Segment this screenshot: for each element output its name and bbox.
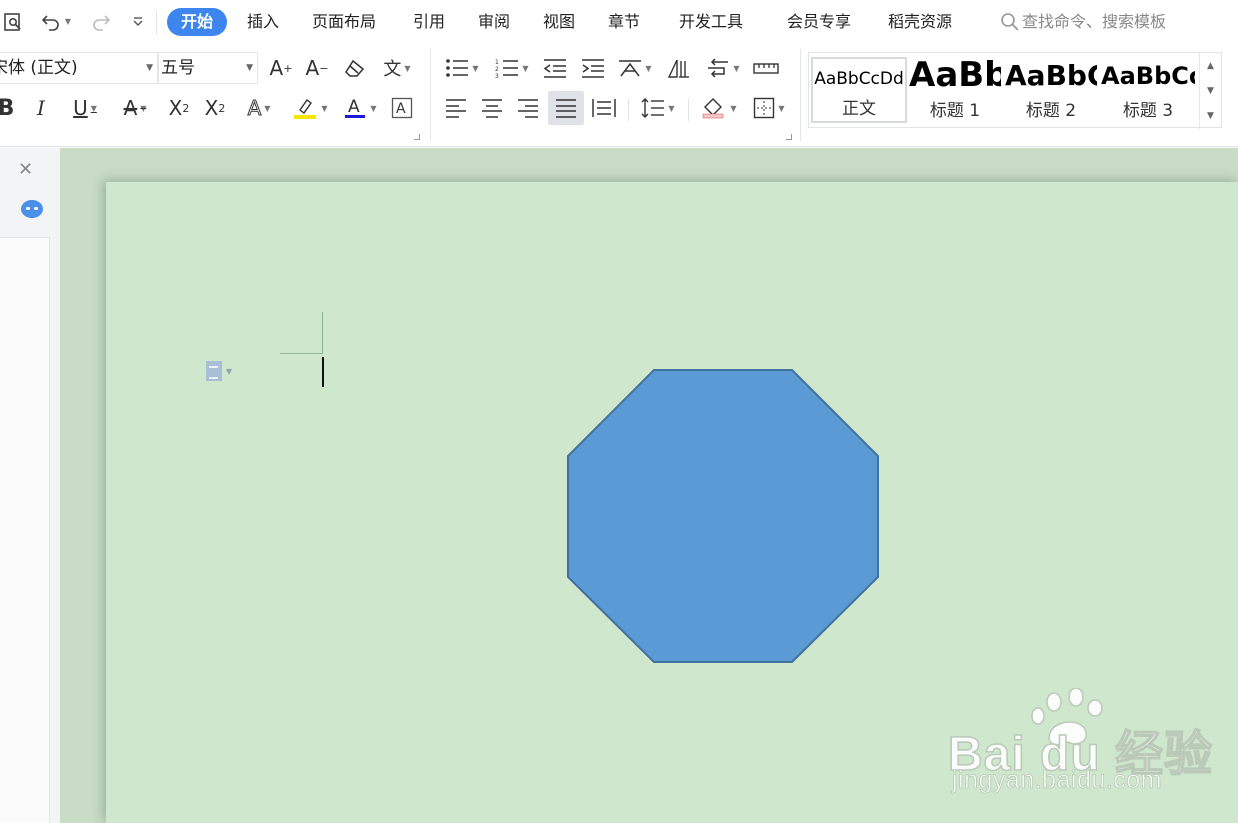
font-dialog-launcher[interactable] <box>414 134 420 140</box>
chinese-layout-icon[interactable]: ▼ <box>614 53 656 83</box>
style-preview: AaBbC <box>1005 59 1097 92</box>
search-icon <box>1001 13 1019 31</box>
borders-icon[interactable]: ▼ <box>748 93 790 123</box>
navigation-pane: ✕ <box>0 148 60 823</box>
chevron-up-icon[interactable]: ▲ <box>1207 61 1214 71</box>
font-name-select[interactable]: 宋体 (正文) ▼ <box>0 52 158 84</box>
document-icon <box>206 361 222 381</box>
octagon-shape[interactable] <box>566 369 880 663</box>
svg-text:2: 2 <box>495 66 499 73</box>
watermark-url: jingyan.baidu.com <box>952 766 1163 795</box>
bullet-list-icon[interactable]: ▼ <box>442 53 482 83</box>
font-name-value: 宋体 (正文) <box>0 58 78 78</box>
shading-icon[interactable]: ▼ <box>698 93 740 123</box>
wps-writer-window: ▼ 开始 插入 页面布局 引用 审阅 视图 章节 开发工具 会员专享 稻壳资源 … <box>0 0 1238 823</box>
tab-developer[interactable]: 开发工具 <box>679 8 743 36</box>
search-placeholder: 查找命令、搜索模板 <box>1022 12 1167 31</box>
strikethrough-icon[interactable]: A ▼ <box>114 93 156 123</box>
tab-member[interactable]: 会员专享 <box>787 8 851 36</box>
style-heading-2[interactable]: AaBbC 标题 2 <box>1005 57 1097 123</box>
svg-text:A: A <box>348 97 360 117</box>
tab-docer-resources[interactable]: 稻壳资源 <box>888 8 952 36</box>
paragraph-dialog-launcher[interactable] <box>786 134 792 140</box>
subscript-icon[interactable]: X2 <box>200 93 230 123</box>
align-center-icon[interactable] <box>478 93 506 123</box>
style-normal[interactable]: AaBbCcDd 正文 <box>811 57 907 123</box>
print-preview-icon[interactable] <box>0 0 26 43</box>
menu-divider <box>156 10 157 34</box>
tab-review[interactable]: 审阅 <box>478 8 510 36</box>
decrease-indent-icon[interactable] <box>540 53 570 83</box>
style-gallery: AaBbCcDd 正文 AaBb 标题 1 AaBbC 标题 2 AaBbCc … <box>808 52 1222 129</box>
undo-icon[interactable]: ▼ <box>36 0 76 43</box>
shrink-font-icon[interactable]: A − <box>302 53 332 83</box>
close-icon[interactable]: ✕ <box>18 159 33 180</box>
chevron-down-icon[interactable]: ▼ <box>1207 86 1214 96</box>
svg-text:1: 1 <box>495 59 499 66</box>
menu-bar: ▼ 开始 插入 页面布局 引用 审阅 视图 章节 开发工具 会员专享 稻壳资源 … <box>0 0 1238 43</box>
navigation-pane-body <box>0 237 50 823</box>
chevron-down-icon: ▼ <box>246 63 253 73</box>
style-name: 标题 2 <box>1025 101 1077 121</box>
chevron-down-icon: ▼ <box>226 366 233 376</box>
ribbon-divider <box>800 49 801 141</box>
style-heading-3[interactable]: AaBbCc 标题 3 <box>1101 57 1195 123</box>
tab-references[interactable]: 引用 <box>413 8 445 36</box>
line-spacing-icon[interactable]: ▼ <box>638 93 678 123</box>
command-search[interactable]: 查找命令、搜索模板 <box>1000 8 1166 36</box>
font-color-icon[interactable]: A ▼ <box>338 93 382 123</box>
tab-view[interactable]: 视图 <box>543 8 575 36</box>
style-heading-1[interactable]: AaBb 标题 1 <box>909 57 1001 123</box>
style-preview: AaBbCc <box>1101 62 1195 90</box>
tab-chapter[interactable]: 章节 <box>608 8 640 36</box>
margin-corner-mark <box>280 353 322 354</box>
bold-icon[interactable]: B <box>0 93 16 123</box>
ribbon-divider <box>430 49 431 141</box>
ribbon-divider <box>688 99 689 121</box>
font-size-select[interactable]: 五号 ▼ <box>158 52 258 84</box>
underline-icon[interactable]: U ▼ <box>64 93 106 123</box>
clear-format-icon[interactable] <box>340 53 370 83</box>
tab-page-layout[interactable]: 页面布局 <box>312 8 376 36</box>
margin-corner-mark <box>322 312 323 354</box>
text-cursor <box>322 357 324 387</box>
align-left-icon[interactable] <box>442 93 470 123</box>
superscript-icon[interactable]: X2 <box>164 93 194 123</box>
align-right-icon[interactable] <box>514 93 542 123</box>
style-preview: AaBbCcDd <box>814 69 904 89</box>
expand-gallery-icon[interactable]: ▼ <box>1207 111 1214 121</box>
highlight-color-icon[interactable]: ▼ <box>288 93 332 123</box>
ribbon-divider <box>628 99 629 121</box>
style-preview: AaBb <box>909 57 1001 95</box>
paste-options-icon[interactable]: ▼ <box>206 360 246 382</box>
ribbon-home: 宋体 (正文) ▼ 五号 ▼ A+ A− 文▼ B I U▼ A▼ X2 X2 … <box>0 43 1238 147</box>
style-name: 正文 <box>842 99 876 119</box>
grow-font-icon[interactable]: A + <box>266 53 296 83</box>
phonetic-guide-icon[interactable]: 文 ▼ <box>376 53 418 83</box>
svg-text:3: 3 <box>495 73 499 78</box>
italic-icon[interactable]: I <box>30 93 52 123</box>
baidu-jingyan-watermark: Bai du 经验 jingyan.baidu.com <box>947 688 1238 798</box>
sort-icon[interactable] <box>664 53 694 83</box>
customize-toolbar-icon[interactable] <box>128 0 148 43</box>
text-effect-icon[interactable]: A ▼ <box>238 93 280 123</box>
ruler-icon[interactable] <box>750 53 782 83</box>
increase-indent-icon[interactable] <box>578 53 608 83</box>
character-border-icon[interactable]: A <box>388 93 416 123</box>
font-size-value: 五号 <box>161 58 195 78</box>
show-paragraph-marks-icon[interactable]: ▼ <box>702 53 744 83</box>
justify-icon[interactable] <box>548 91 584 125</box>
style-gallery-scroller: ▲ ▼ ▼ <box>1199 53 1221 129</box>
chevron-down-icon: ▼ <box>146 63 153 73</box>
svg-text:A: A <box>396 101 406 117</box>
assistant-icon[interactable] <box>21 200 43 218</box>
numbered-list-icon[interactable]: 1 2 3 ▼ <box>492 53 532 83</box>
style-name: 标题 1 <box>929 101 981 121</box>
style-name: 标题 3 <box>1122 101 1174 121</box>
tab-insert[interactable]: 插入 <box>247 8 279 36</box>
distributed-align-icon[interactable] <box>590 93 618 123</box>
tab-home[interactable]: 开始 <box>167 8 228 36</box>
redo-icon[interactable] <box>88 0 112 43</box>
